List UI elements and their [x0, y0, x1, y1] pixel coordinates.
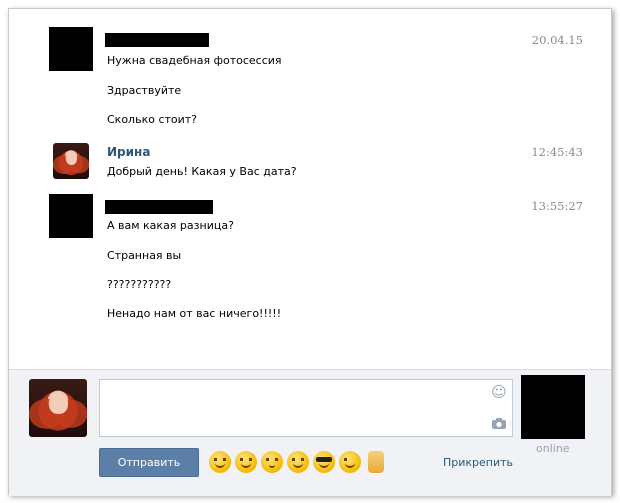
send-button[interactable]: Отправить: [99, 448, 199, 477]
message-time: 12:45:43: [531, 145, 583, 159]
message-text: Нужна свадебная фотосессия: [107, 54, 282, 67]
message-composer: ☺ Отправить Прикрепить online: [9, 369, 611, 496]
message-text: Странная вы: [107, 249, 182, 262]
message-text: ???????????: [107, 278, 172, 291]
avatar[interactable]: [53, 143, 89, 179]
message-text: Добрый день! Какая у Вас дата?: [107, 165, 297, 178]
laugh-emoji[interactable]: [235, 451, 257, 473]
online-status: online: [536, 442, 570, 455]
thumbs-up-emoji[interactable]: [368, 451, 384, 473]
kiss-emoji[interactable]: [261, 451, 283, 473]
camera-icon[interactable]: [490, 414, 508, 432]
redacted-name: [105, 33, 209, 47]
message-text: Сколько стоит?: [107, 113, 198, 126]
emoji-bar: [209, 451, 384, 473]
attach-link[interactable]: Прикрепить: [443, 456, 513, 469]
redacted-recipient-avatar[interactable]: [521, 375, 585, 439]
wink-emoji[interactable]: [339, 451, 361, 473]
sender-name[interactable]: Ирина: [107, 145, 150, 159]
redacted-name: [105, 200, 213, 214]
redacted-avatar[interactable]: [49, 27, 93, 71]
blush-emoji[interactable]: [287, 451, 309, 473]
message-time: 20.04.15: [531, 33, 583, 47]
message-text: А вам какая разница?: [107, 219, 234, 232]
message-time: 13:55:27: [531, 199, 583, 213]
my-avatar[interactable]: [29, 379, 87, 437]
grin-emoji[interactable]: [209, 451, 231, 473]
message-input[interactable]: ☺: [99, 379, 513, 437]
sunglasses-emoji[interactable]: [313, 451, 335, 473]
dialog-window: 20.04.15 Нужна свадебная фотосессия Здра…: [8, 8, 612, 496]
smile-icon[interactable]: ☺: [490, 383, 508, 401]
message-text: Ненадо нам от вас ничего!!!!!: [107, 307, 282, 320]
message-text: Здраствуйте: [107, 84, 182, 97]
redacted-avatar[interactable]: [49, 194, 93, 238]
